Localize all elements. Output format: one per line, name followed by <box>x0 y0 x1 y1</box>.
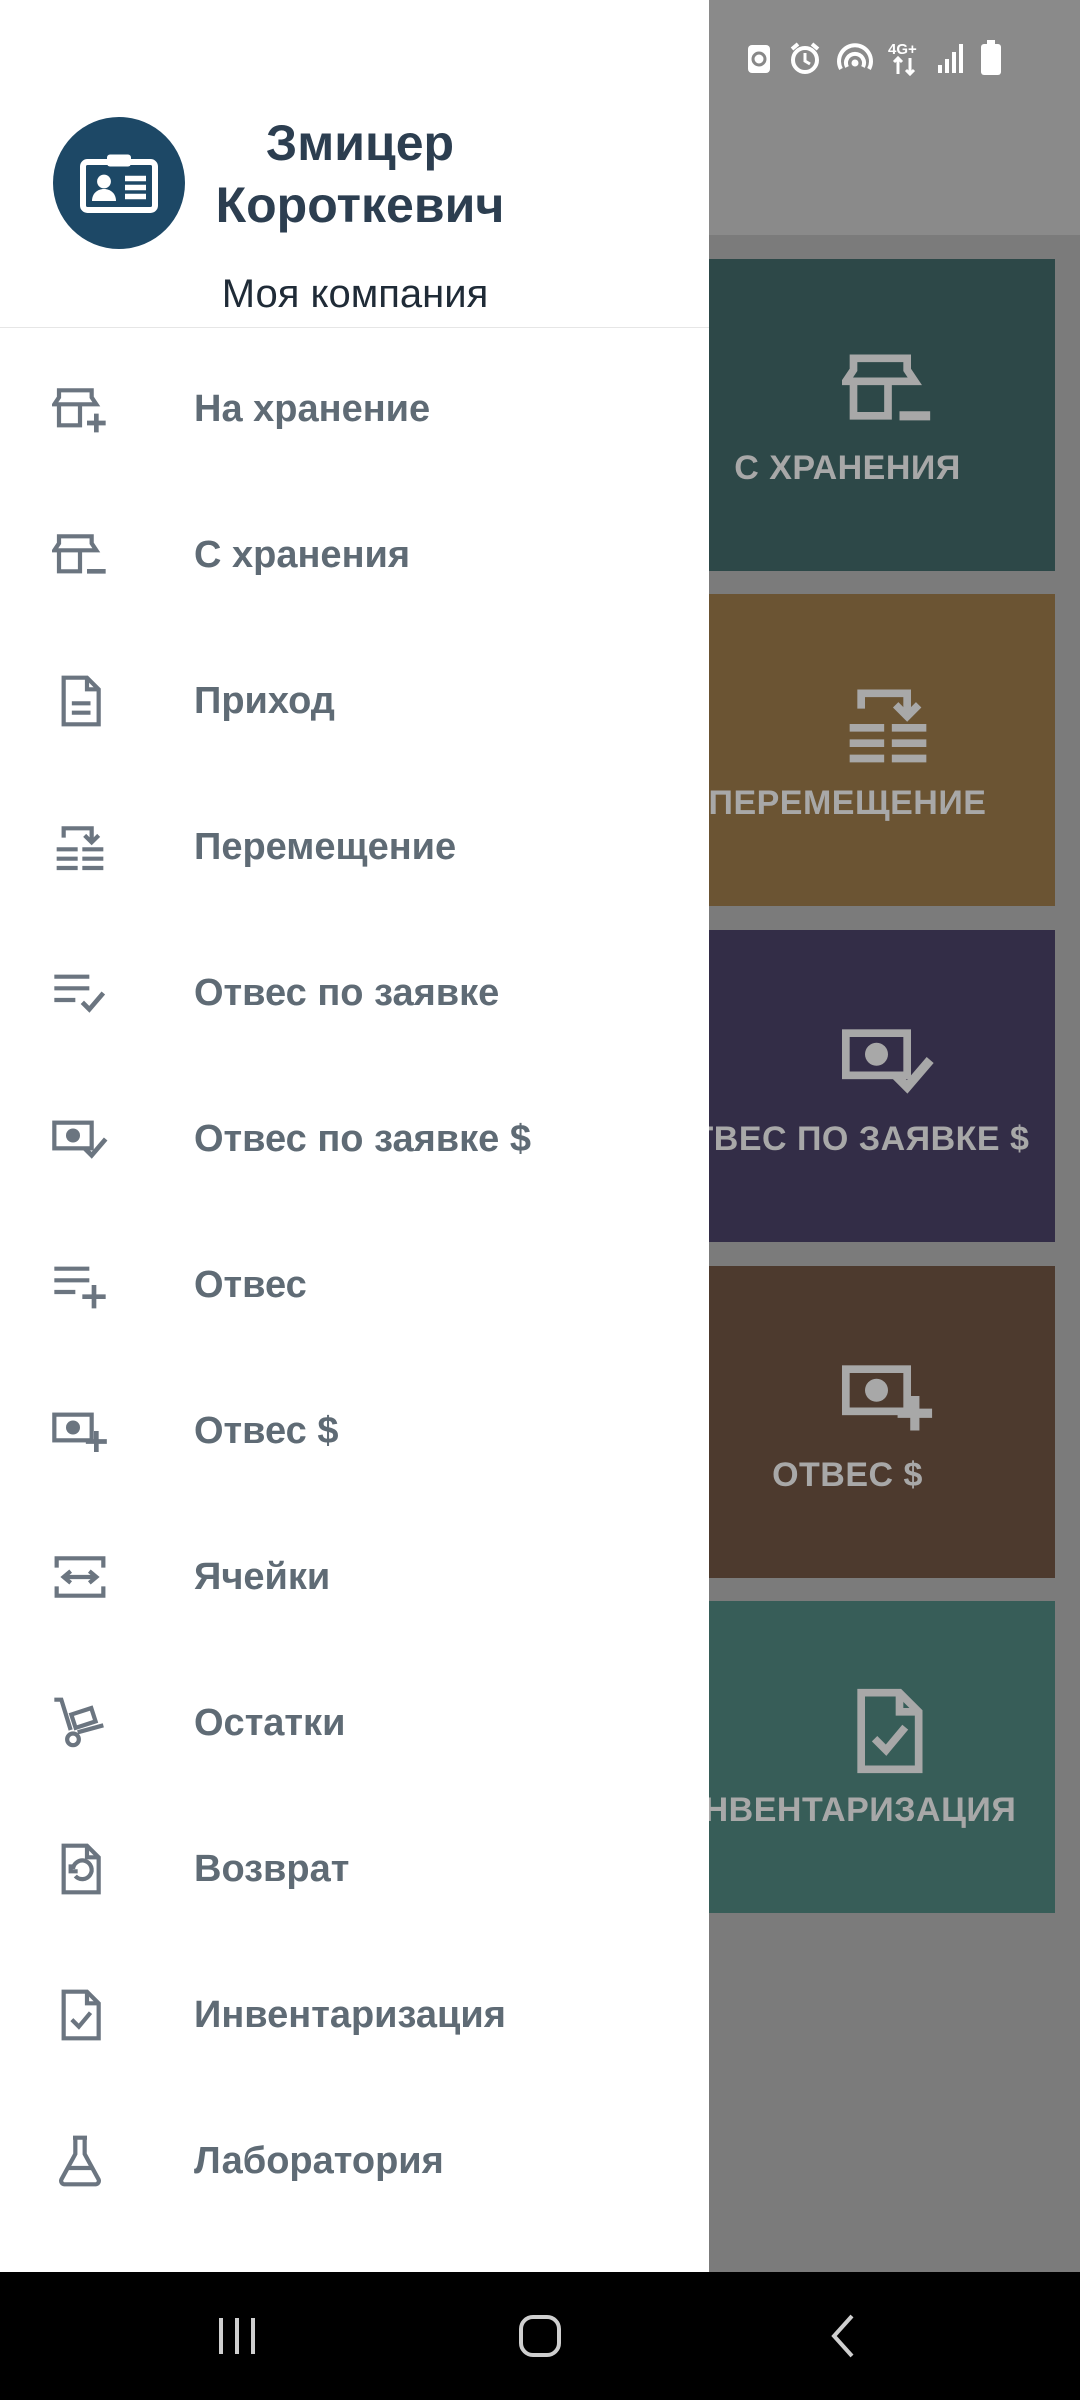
menu-item-weigh[interactable]: Отвес <box>0 1212 709 1358</box>
store-minus-icon <box>52 527 108 583</box>
menu-item-label: Остатки <box>194 1701 346 1744</box>
home-icon <box>519 2315 561 2357</box>
company-name: Моя компания <box>221 272 489 316</box>
flask-icon <box>52 2133 108 2189</box>
menu-item-laboratory[interactable]: Лаборатория <box>0 2088 709 2234</box>
menu-item-label: Ячейки <box>194 1555 331 1598</box>
document-check-icon <box>856 1688 922 1773</box>
menu-item-weigh-money[interactable]: Отвес $ <box>0 1358 709 1504</box>
menu-item-to-storage[interactable]: На хранение <box>0 336 709 482</box>
money-plus-icon <box>52 1403 108 1459</box>
signal-icon <box>938 44 963 73</box>
list-plus-icon <box>52 1257 108 1313</box>
menu-item-return[interactable]: Возврат <box>0 1796 709 1942</box>
menu-item-weigh-by-request[interactable]: Отвес по заявке <box>0 920 709 1066</box>
menu-item-label: Отвес <box>194 1263 307 1306</box>
recent-apps-button[interactable] <box>157 2272 317 2400</box>
recent-apps-icon <box>219 2318 255 2354</box>
menu-item-label: На хранение <box>194 387 431 430</box>
menu-item-label: Перемещение <box>194 825 457 868</box>
cart-icon <box>52 1695 108 1751</box>
menu-item-income[interactable]: Приход <box>0 628 709 774</box>
recycle-icon <box>748 45 770 73</box>
menu-item-label: Отвес $ <box>194 1409 339 1452</box>
drawer-menu: На хранение С хранения Приход Перемещени… <box>0 336 709 2234</box>
id-card-icon <box>80 154 158 213</box>
store-minus-icon <box>841 354 930 420</box>
store-plus-icon <box>52 381 108 437</box>
navigation-drawer: Змицер Короткевич Моя компания На хранен… <box>0 0 709 2272</box>
cells-icon <box>52 1549 108 1605</box>
menu-item-stock[interactable]: Остатки <box>0 1650 709 1796</box>
network-4g-icon: 4G+ <box>888 41 917 76</box>
back-icon <box>831 2314 854 2358</box>
menu-item-label: Отвес по заявке $ <box>194 1117 531 1160</box>
system-nav-bar <box>0 2272 1080 2400</box>
money-check-icon <box>841 1028 934 1094</box>
return-document-icon <box>52 1841 108 1897</box>
menu-item-label: С хранения <box>194 533 411 576</box>
tile-label: ОТВЕС $ <box>772 1455 923 1494</box>
menu-item-weigh-by-request-money[interactable]: Отвес по заявке $ <box>0 1066 709 1212</box>
avatar[interactable] <box>53 117 185 249</box>
money-plus-icon <box>841 1364 932 1430</box>
drawer-header: Змицер Короткевич Моя компания <box>0 0 709 328</box>
tile-label: ПЕРЕМЕЩЕНИЕ <box>708 783 987 822</box>
menu-item-from-storage[interactable]: С хранения <box>0 482 709 628</box>
menu-item-cells[interactable]: Ячейки <box>0 1504 709 1650</box>
menu-item-label: Инвентаризация <box>194 1993 506 2036</box>
document-icon <box>52 673 108 729</box>
home-button[interactable] <box>460 2272 620 2400</box>
transfer-icon <box>849 689 926 762</box>
tile-label: С ХРАНЕНИЯ <box>734 448 961 487</box>
menu-item-label: Отвес по заявке <box>194 971 500 1014</box>
menu-item-label: Возврат <box>194 1847 350 1890</box>
hotspot-icon <box>837 43 873 70</box>
back-button[interactable] <box>763 2272 923 2400</box>
money-check-icon <box>52 1111 108 1167</box>
tile-label: ОТВЕС ПО ЗАЯВКЕ $ <box>665 1119 1030 1158</box>
list-check-icon <box>52 965 108 1021</box>
document-check-icon <box>52 1987 108 2043</box>
tile-label: ИНВЕНТАРИЗАЦИЯ <box>678 1790 1017 1829</box>
transfer-icon <box>52 819 108 875</box>
svg-text:4G+: 4G+ <box>888 41 917 58</box>
alarm-icon <box>790 42 820 74</box>
status-bar-icons: 4G+ <box>744 40 1002 76</box>
menu-item-inventory[interactable]: Инвентаризация <box>0 1942 709 2088</box>
menu-item-label: Лаборатория <box>194 2139 444 2182</box>
battery-icon <box>981 40 1001 75</box>
menu-item-transfer[interactable]: Перемещение <box>0 774 709 920</box>
menu-item-label: Приход <box>194 679 335 722</box>
user-name: Змицер Короткевич <box>215 115 505 233</box>
